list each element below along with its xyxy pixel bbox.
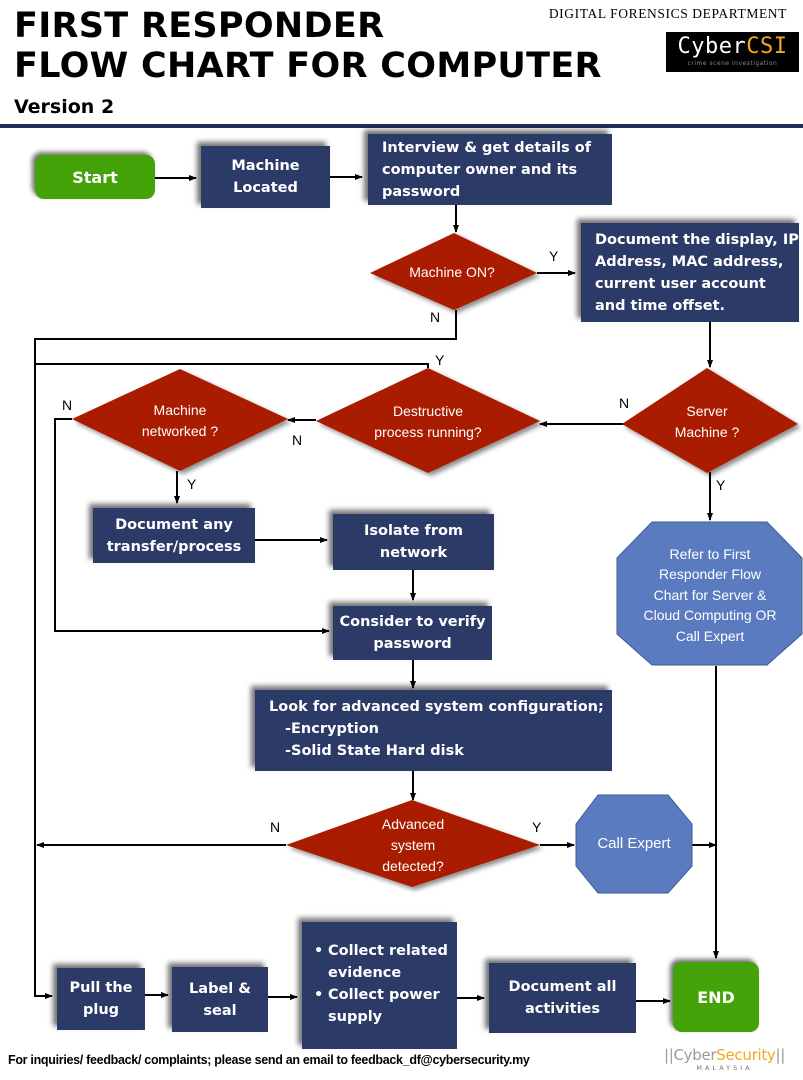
footer-contact: For inquiries/ feedback/ complaints; ple… xyxy=(8,1053,530,1067)
process-document-transfer: Document any transfer/process xyxy=(93,508,255,563)
decision-server-label: Server Machine ? xyxy=(674,403,740,440)
edge-label-destructive-yes: Y xyxy=(435,352,445,368)
edge-label-destructive-no: N xyxy=(292,432,303,448)
process-label-seal: Label & seal xyxy=(172,967,268,1032)
collect-item-text: Collect related evidence xyxy=(328,943,448,981)
process-consider-verify: Consider to verify password xyxy=(333,606,492,660)
edge-label-server-no: N xyxy=(619,395,630,411)
process-document-display: Document the display, IP Address, MAC ad… xyxy=(581,223,799,322)
process-machine-located: Machine Located xyxy=(201,146,330,208)
edge-label-advanced-yes: Y xyxy=(532,819,542,835)
process-document-all: Document all activities xyxy=(489,963,636,1033)
process-collect: • Collect related evidence • Collect power… xyxy=(302,922,457,1049)
octagon-refer-label: Refer to First Responder Flow Chart for … xyxy=(643,545,777,644)
csm-logo-prefix: Cyber xyxy=(673,1046,717,1064)
decision-networked-label: Machine networked ? xyxy=(141,402,219,439)
edge-label-server-yes: Y xyxy=(716,477,726,493)
cybersecurity-logo: ||CyberSecurity|| MALAYSIA xyxy=(652,1046,797,1074)
end-terminal: END xyxy=(673,962,759,1032)
collect-item-text: Collect power supply xyxy=(328,987,440,1025)
process-interview: Interview & get details of computer owne… xyxy=(368,134,612,205)
look-advanced-item: -Encryption xyxy=(285,721,380,737)
start-terminal: Start xyxy=(35,155,155,199)
csm-logo-country: MALAYSIA xyxy=(696,1064,753,1072)
edge-label-networked-yes: Y xyxy=(187,476,197,492)
edge-label-on-no: N xyxy=(430,309,441,325)
octagon-call-expert-label: Call Expert xyxy=(597,834,671,852)
decision-machine-on-label: Machine ON? xyxy=(409,263,495,280)
process-look-advanced: Look for advanced system configuration; … xyxy=(255,690,612,771)
edge-label-networked-no: N xyxy=(62,397,73,413)
edge-destructive-yes xyxy=(35,363,429,368)
process-pull-plug: Pull the plug xyxy=(57,968,145,1030)
csm-logo-highlight: Security xyxy=(716,1046,776,1064)
edge-label-advanced-no: N xyxy=(270,819,281,835)
look-advanced-item: -Solid State Hard disk xyxy=(285,743,464,759)
decision-destructive-label: Destructive process running? xyxy=(374,403,482,440)
collect-item: • Collect power supply xyxy=(314,987,440,1025)
collect-item: • Collect related evidence xyxy=(314,943,448,981)
edge-label-on-yes: Y xyxy=(549,248,559,264)
decision-advanced-label: Advanced system detected? xyxy=(381,815,445,874)
process-isolate-network: Isolate from network xyxy=(333,514,494,570)
look-advanced-heading: Look for advanced system configuration; xyxy=(269,699,604,715)
